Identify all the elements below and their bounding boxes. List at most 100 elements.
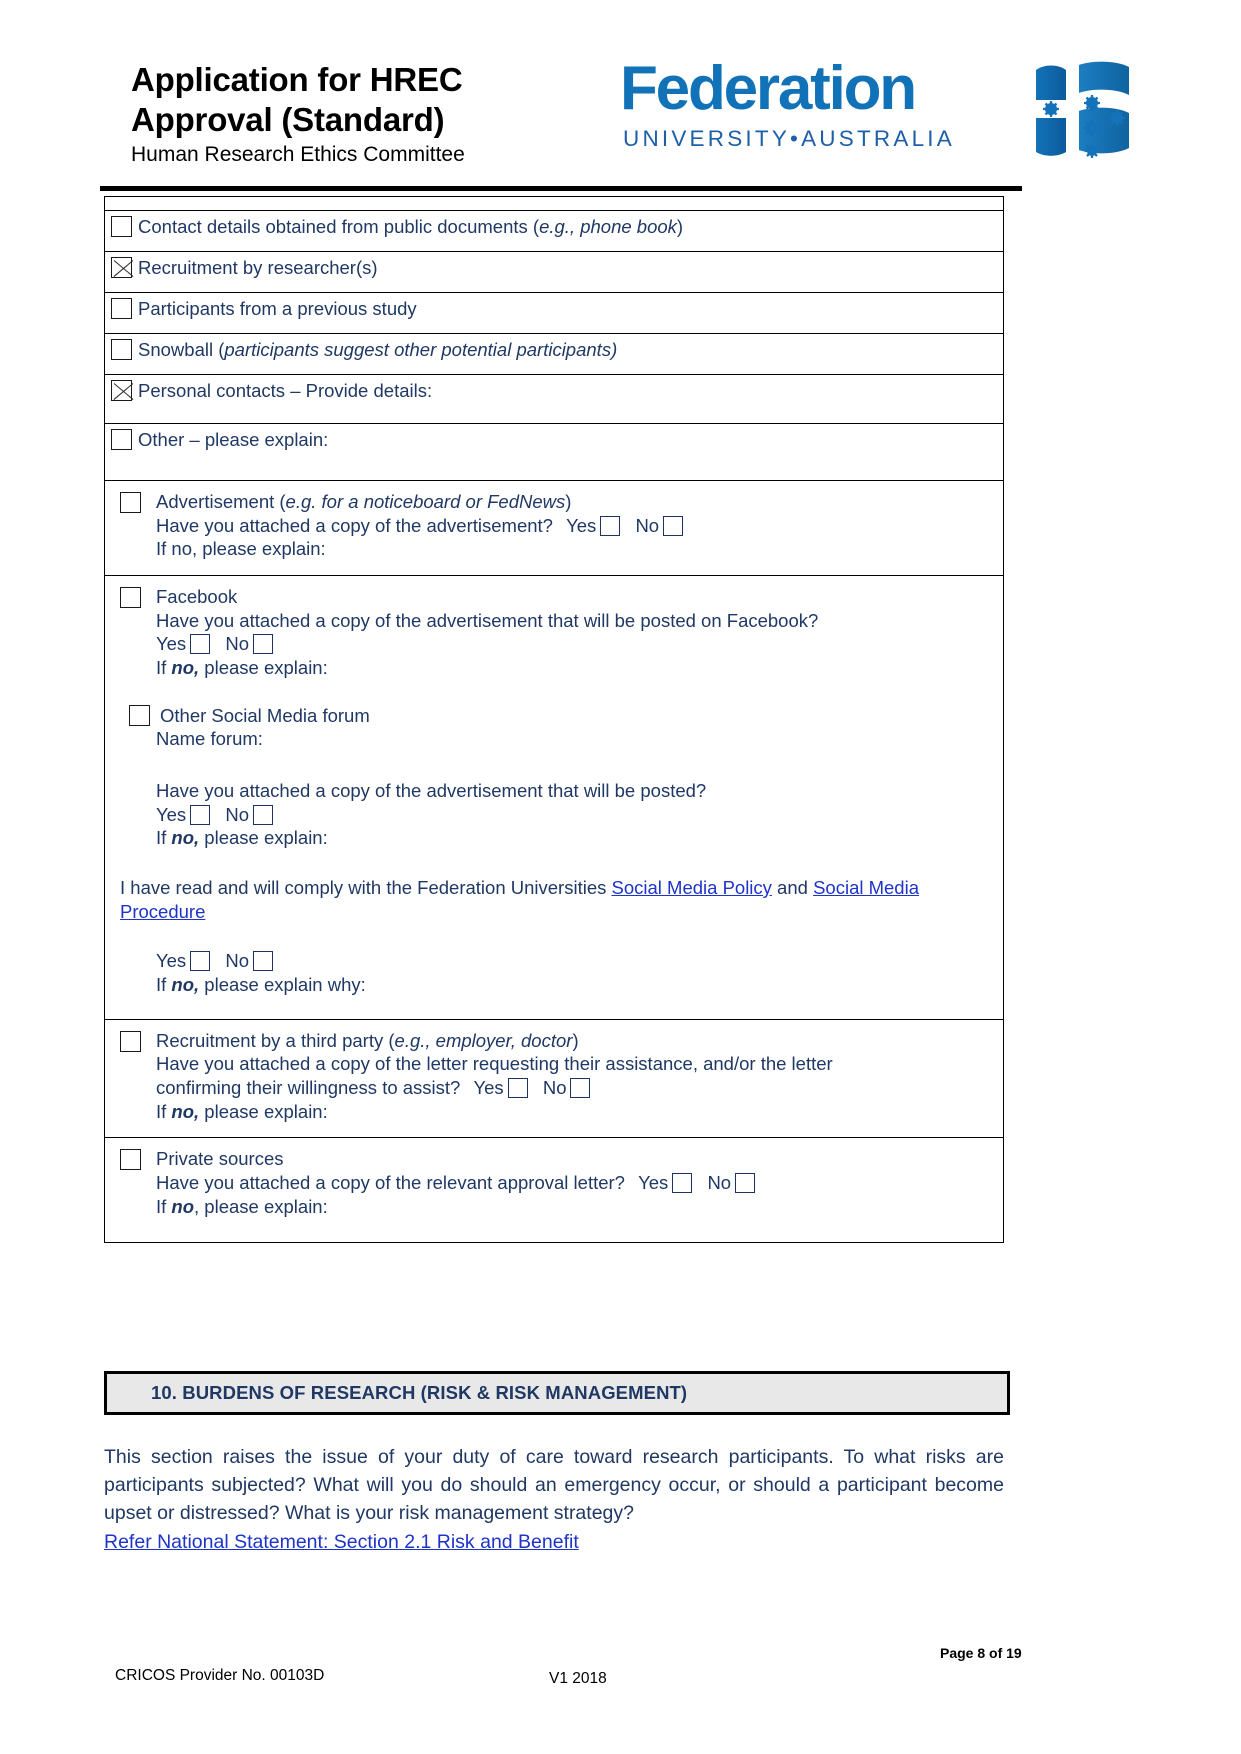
policy-if-no-bold: no,	[171, 974, 200, 996]
checkbox-contact-details[interactable]	[111, 216, 132, 237]
checkbox-recruitment-by-researcher[interactable]	[111, 257, 132, 278]
advertisement-yes-label: Yes	[566, 514, 597, 536]
row-label: Other – please explain:	[138, 429, 329, 450]
page-subtitle: Human Research Ethics Committee	[131, 143, 465, 167]
checkbox-facebook-no[interactable]	[252, 634, 273, 655]
federation-flag-icon	[1036, 61, 1129, 158]
facebook-if-no-bold: no,	[171, 657, 200, 679]
logo-tagline: UNIVERSITY•AUSTRALIA	[623, 126, 955, 151]
link-social-media-policy[interactable]: Social Media Policy	[612, 877, 772, 898]
checkbox-private-sources-yes[interactable]	[672, 1173, 693, 1194]
private-sources-if-no: If no, please explain:	[156, 1195, 328, 1217]
section-10-body: This section raises the issue of your du…	[104, 1443, 1004, 1556]
checkbox-third-party-no[interactable]	[570, 1078, 591, 1099]
checkbox-advertisement[interactable]	[120, 492, 141, 513]
checkbox-facebook-yes[interactable]	[190, 634, 211, 655]
checkbox-advertisement-yes[interactable]	[600, 515, 621, 536]
row-label: Recruitment by researcher(s)	[138, 257, 378, 278]
table-row: Recruitment by researcher(s)	[105, 252, 1003, 293]
federation-university-logo: Federation UNIVERSITY•AUSTRALIA	[620, 54, 1129, 168]
other-social-yesno-line: Yes No	[156, 803, 997, 827]
row-label: Contact details obtained from public doc…	[138, 216, 684, 237]
other-social-name-forum: Name forum:	[156, 728, 263, 750]
advertisement-label-italic: e.g. for a noticeboard or FedNews	[285, 491, 566, 512]
facebook-yesno-line: Yes No	[156, 632, 997, 656]
table-row: Personal contacts – Provide details:	[105, 375, 1003, 424]
checkbox-policy-no[interactable]	[252, 951, 273, 972]
checkbox-other-explain[interactable]	[111, 429, 132, 450]
advertisement-no-label: No	[635, 514, 660, 536]
facebook-question: Have you attached a copy of the advertis…	[156, 609, 819, 631]
advertisement-question-line: Have you attached a copy of the advertis…	[156, 514, 997, 538]
third-party-label-italic: e.g., employer, doctor	[394, 1029, 573, 1051]
checkbox-policy-yes[interactable]	[190, 951, 211, 972]
header-title-block: Application for HREC Approval (Standard)…	[131, 60, 601, 166]
row-label-italic: e.g., phone book	[539, 216, 677, 237]
logo-wordmark: Federation	[620, 54, 917, 123]
third-party-label: Recruitment by a third party (e.g., empl…	[156, 1029, 579, 1051]
checkbox-other-social-media[interactable]	[129, 704, 150, 726]
page-title-line1: Application for HREC	[131, 61, 463, 98]
checkbox-facebook[interactable]	[120, 587, 141, 609]
third-party-if-no-bold: no,	[171, 1100, 200, 1122]
facebook-if-no: If no, please explain:	[156, 657, 328, 679]
other-social-label-line: Other Social Media forum	[120, 702, 997, 728]
facebook-yes-label: Yes	[156, 633, 187, 655]
third-party-no-label: No	[542, 1077, 567, 1099]
other-social-yes-label: Yes	[156, 803, 187, 825]
facebook-no-label: No	[225, 633, 249, 655]
policy-yesno-line: Yes No	[156, 949, 997, 973]
other-social-if-no-bold: no,	[171, 827, 200, 849]
third-party-question-line1: Have you attached a copy of the letter r…	[156, 1053, 833, 1075]
table-row-third-party: Recruitment by a third party (e.g., empl…	[105, 1020, 1003, 1139]
checkbox-third-party[interactable]	[120, 1030, 141, 1052]
row-label: Snowball (participants suggest other pot…	[138, 339, 618, 360]
section-10-title: 10. BURDENS OF RESEARCH (RISK & RISK MAN…	[151, 1382, 688, 1403]
recruitment-methods-table: Contact details obtained from public doc…	[104, 196, 1004, 1244]
third-party-question-line2: confirming their willingness to assist?	[156, 1077, 461, 1099]
private-sources-no-label: No	[707, 1172, 732, 1194]
section-10-paragraph: This section raises the issue of your du…	[104, 1446, 1004, 1525]
policy-if-no: If no, please explain why:	[156, 974, 366, 996]
checkbox-other-social-no[interactable]	[252, 804, 273, 825]
table-row: Snowball (participants suggest other pot…	[105, 334, 1003, 375]
header-divider	[100, 186, 1022, 191]
table-top-spacer	[105, 197, 1003, 211]
table-row-private-sources: Private sources Have you attached a copy…	[105, 1138, 1003, 1242]
third-party-yes-label: Yes	[473, 1077, 504, 1099]
row-label-italic: participants suggest other potential par…	[224, 339, 618, 360]
other-social-question: Have you attached a copy of the advertis…	[156, 780, 707, 802]
third-party-if-no: If no, please explain:	[156, 1100, 328, 1122]
social-media-policy-statement: I have read and will comply with the Fed…	[120, 877, 919, 922]
advertisement-label: Advertisement (e.g. for a noticeboard or…	[156, 491, 572, 512]
table-row: Participants from a previous study	[105, 293, 1003, 334]
checkbox-other-social-yes[interactable]	[190, 804, 211, 825]
checkbox-previous-study[interactable]	[111, 298, 132, 319]
policy-yes-label: Yes	[156, 950, 187, 972]
advertisement-question: Have you attached a copy of the advertis…	[156, 514, 553, 536]
other-social-no-label: No	[225, 803, 249, 825]
page-header: Application for HREC Approval (Standard)…	[0, 0, 1241, 191]
other-social-label: Other Social Media forum	[160, 704, 370, 726]
checkbox-advertisement-no[interactable]	[663, 515, 684, 536]
footer-cricos: CRICOS Provider No. 00103D	[115, 1667, 325, 1684]
checkbox-personal-contacts[interactable]	[111, 380, 132, 401]
third-party-question-line2-wrap: confirming their willingness to assist? …	[156, 1076, 997, 1100]
link-refer-national-statement[interactable]: Refer National Statement: Section 2.1 Ri…	[104, 1528, 1004, 1556]
checkbox-private-sources-no[interactable]	[735, 1173, 756, 1194]
footer-page-number: Page 8 of 19	[940, 1645, 1022, 1661]
row-label: Personal contacts – Provide details:	[138, 380, 433, 401]
page-title-line2: Approval (Standard)	[131, 100, 445, 138]
table-row: Other – please explain:	[105, 424, 1003, 481]
page-title: Application for HREC Approval (Standard)	[131, 60, 601, 139]
private-sources-question-line: Have you attached a copy of the relevant…	[156, 1171, 997, 1195]
page-footer: CRICOS Provider No. 00103D V1 2018 Page …	[0, 1625, 1241, 1715]
checkbox-third-party-yes[interactable]	[507, 1078, 528, 1099]
advertisement-if-no: If no, please explain:	[156, 538, 326, 560]
table-row: Contact details obtained from public doc…	[105, 211, 1003, 252]
checkbox-private-sources[interactable]	[120, 1149, 141, 1171]
table-row-social-media: Facebook Have you attached a copy of the…	[105, 576, 1003, 1020]
private-sources-if-no-bold: no	[171, 1195, 195, 1217]
checkbox-snowball[interactable]	[111, 339, 132, 360]
private-sources-yes-label: Yes	[638, 1172, 669, 1194]
